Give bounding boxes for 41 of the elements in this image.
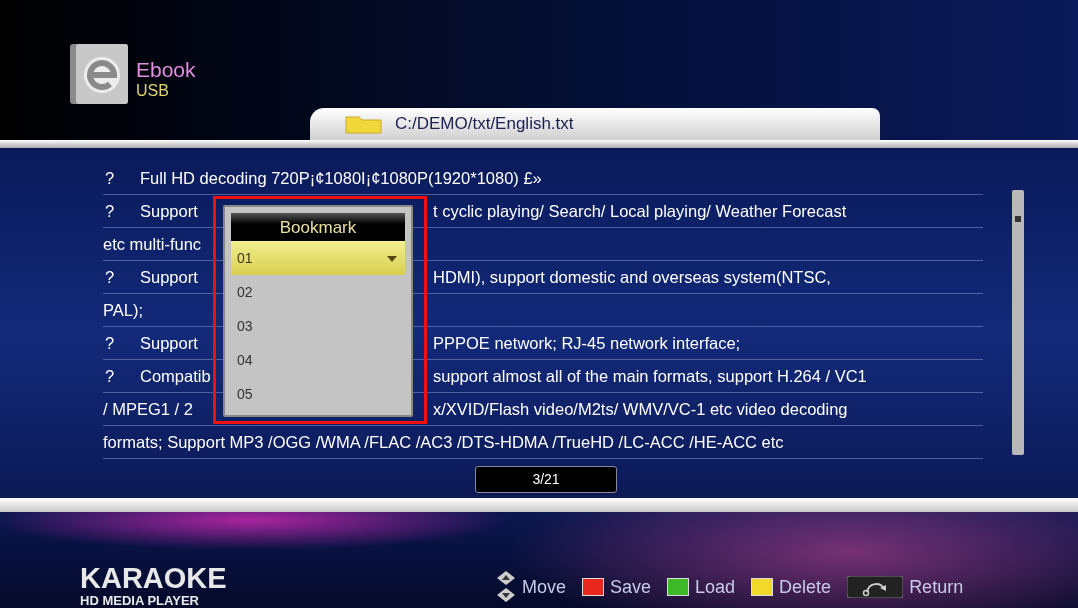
text-line: etc multi-func: [103, 234, 202, 254]
folder-icon: [345, 114, 383, 134]
brand-name: KARAOKE: [80, 563, 228, 593]
brand-tagline: HD MEDIA PLAYER: [80, 593, 200, 608]
text-line: HDMI), support domestic and overseas system(NTSC,: [433, 267, 831, 287]
bookmark-item[interactable]: 04: [231, 343, 405, 377]
bullet-mark: ?: [104, 168, 116, 188]
text-line: x/XVID/Flash video/M2ts/ WMV/VC-1 etc video decoding: [433, 399, 848, 419]
bullet-mark: ?: [104, 333, 116, 353]
source-label: USB: [136, 82, 170, 100]
text-line: support almost all of the main formats, support H.264 / VC1: [433, 366, 867, 386]
text-line: PAL);: [103, 300, 144, 320]
text-line: Full HD decoding 720P¡¢1080I¡¢1080P(1920*1080) £»: [140, 168, 542, 188]
bookmark-item[interactable]: 01: [231, 241, 405, 275]
text-line: Compatib: [140, 366, 211, 386]
bookmark-item[interactable]: 05: [231, 377, 405, 411]
bookmark-item[interactable]: 03: [231, 309, 405, 343]
up-down-arrows-icon: [496, 570, 516, 604]
legend-label: Load: [695, 576, 736, 598]
text-line: Support: [140, 333, 198, 353]
text-line: / MPEG1 / 2: [103, 399, 193, 419]
caret-icon: [387, 256, 397, 262]
text-line: t cyclic playing/ Search/ Local playing/ Weather Forecast: [433, 201, 847, 221]
legend-label: Return: [909, 576, 964, 598]
legend-label: Save: [610, 576, 652, 598]
text-line: Support: [140, 267, 198, 287]
bullet-mark: ?: [104, 267, 116, 287]
legend-label: Delete: [779, 576, 832, 598]
popup-title: Bookmark: [231, 213, 405, 241]
scrollbar[interactable]: [1012, 190, 1024, 455]
text-line: formats; Support MP3 /OGG /WMA /FLAC /AC3 /DTS-HDMA /TrueHD /LC-ACC /HE-ACC etc: [103, 432, 784, 452]
legend-label: Move: [522, 576, 566, 598]
text-line: PPPOE network; RJ-45 network interface;: [433, 333, 741, 353]
text-line: Support: [140, 201, 198, 221]
bullet-mark: ?: [104, 366, 116, 386]
return-key-icon: [847, 576, 904, 598]
ebook-icon: [68, 42, 130, 106]
bullet-mark: ?: [104, 201, 116, 221]
page-counter: 3/21: [475, 466, 617, 493]
bookmark-item[interactable]: 02: [231, 275, 405, 309]
app-title: Ebook: [136, 58, 196, 82]
